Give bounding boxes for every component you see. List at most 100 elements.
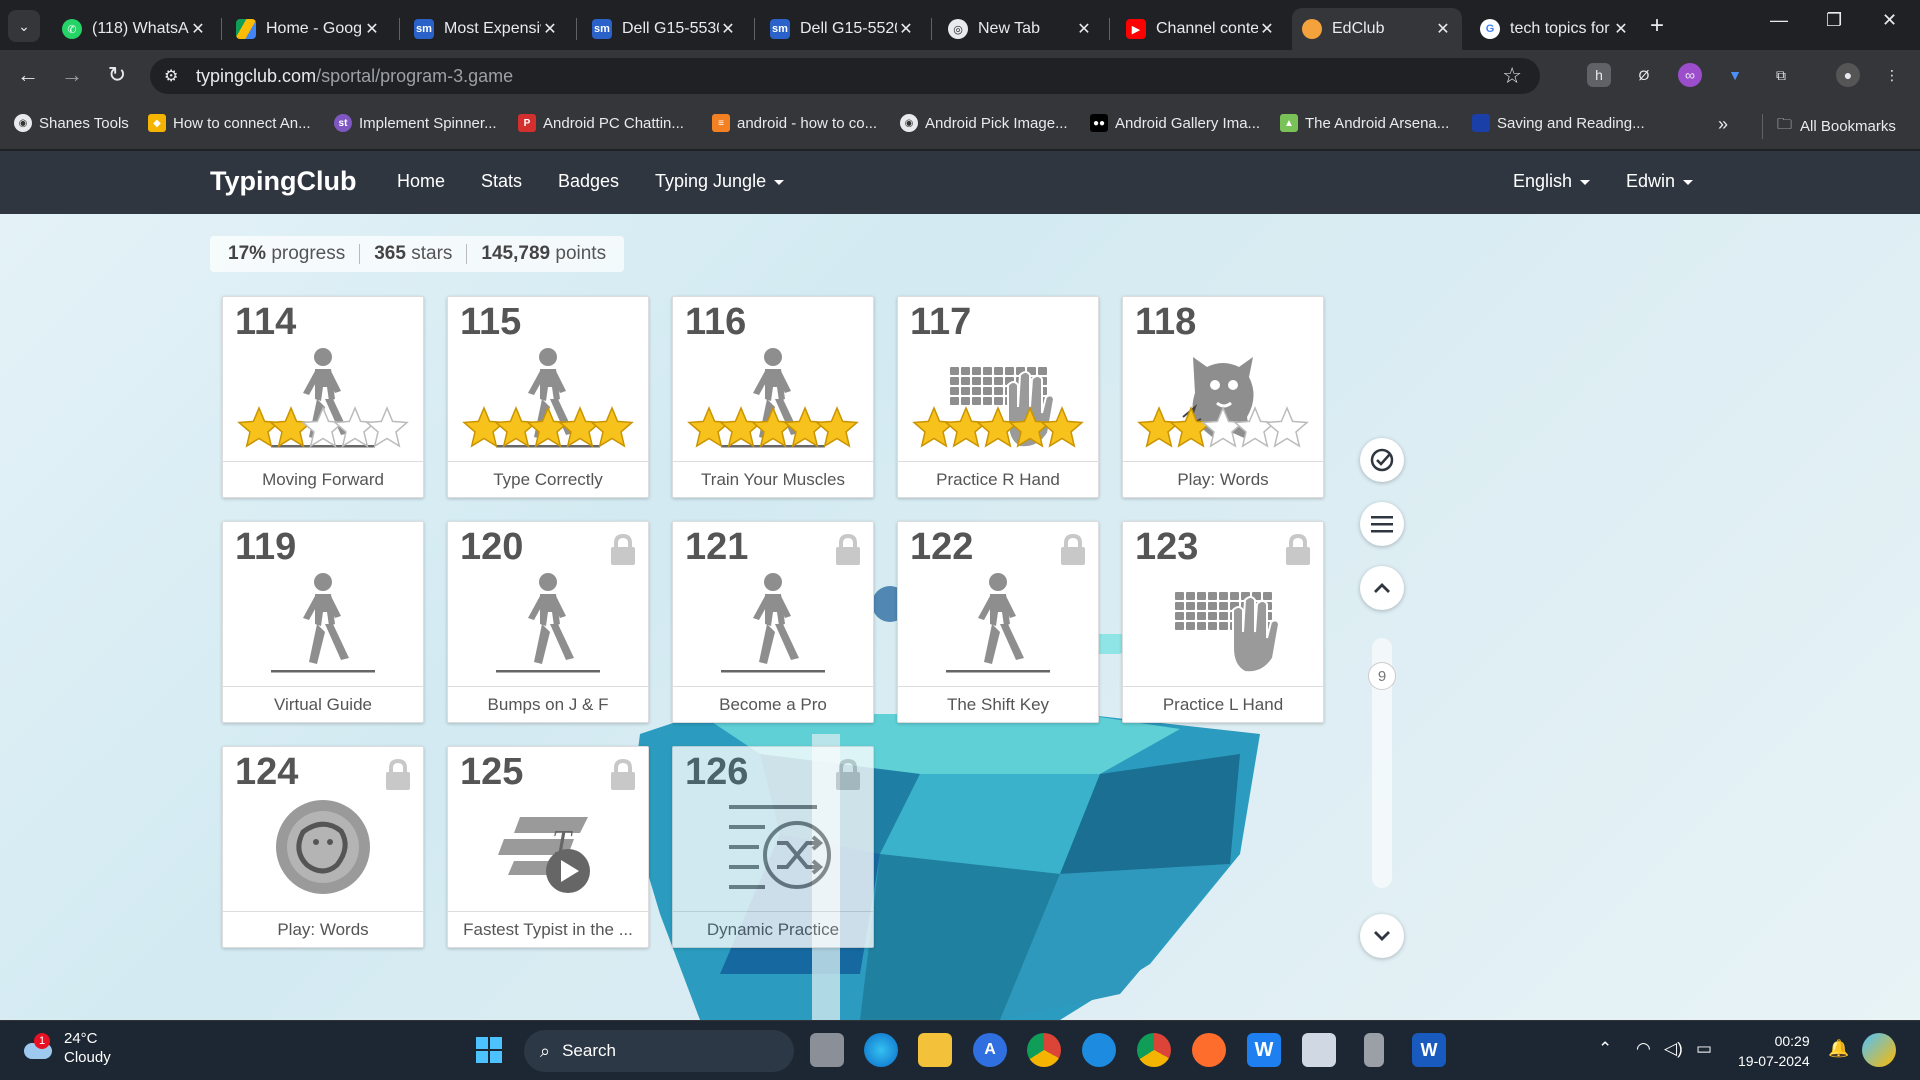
- tray-chevron-up-icon[interactable]: ⌃: [1598, 1039, 1612, 1059]
- app-icon[interactable]: [1082, 1033, 1116, 1067]
- lock-icon: [1286, 534, 1310, 565]
- close-tab-icon[interactable]: ✕: [1434, 19, 1452, 39]
- bookmark-item[interactable]: ◆ How to connect An...: [148, 114, 311, 132]
- close-tab-icon[interactable]: ✕: [1612, 19, 1630, 39]
- extension-icon[interactable]: ∞: [1678, 63, 1702, 87]
- volume-icon[interactable]: ◁): [1664, 1039, 1683, 1059]
- close-tab-icon[interactable]: ✕: [189, 19, 207, 39]
- bookmark-star-icon[interactable]: ☆: [1502, 63, 1522, 89]
- lesson-card-121[interactable]: 121 Become a Pro: [672, 521, 874, 723]
- minimize-icon[interactable]: —: [1770, 10, 1788, 31]
- close-tab-icon[interactable]: ✕: [1075, 19, 1093, 39]
- lesson-card-122[interactable]: 122 The Shift Key: [897, 521, 1099, 723]
- close-tab-icon[interactable]: ✕: [541, 19, 559, 39]
- bookmark-item[interactable]: ●● Android Gallery Ima...: [1090, 114, 1260, 132]
- scroll-down-button[interactable]: [1360, 914, 1404, 958]
- bookmark-item[interactable]: P Android PC Chattin...: [518, 114, 684, 132]
- lesson-card-120[interactable]: 120 Bumps on J & F: [447, 521, 649, 723]
- windows-start-icon[interactable]: [472, 1033, 506, 1067]
- bookmark-item[interactable]: ◉ Android Pick Image...: [900, 114, 1068, 132]
- lesson-card-119[interactable]: 119 Virtual Guide: [222, 521, 424, 723]
- menu-dots-icon[interactable]: ⋮: [1880, 63, 1904, 87]
- chrome-taskbar-icon[interactable]: [1027, 1033, 1061, 1067]
- restore-icon[interactable]: ❐: [1826, 10, 1842, 31]
- star-filled-icon: [815, 406, 859, 448]
- chrome-profile-icon[interactable]: [1137, 1033, 1171, 1067]
- notification-bell-icon[interactable]: 🔔: [1828, 1039, 1849, 1059]
- extensions-puzzle-icon[interactable]: ⧉: [1769, 63, 1793, 87]
- forward-arrow-icon[interactable]: →: [58, 62, 86, 88]
- lesson-card-126[interactable]: 126 Dynamic Practice: [672, 746, 874, 948]
- nav-badges[interactable]: Badges: [558, 171, 619, 192]
- word-icon[interactable]: W: [1412, 1033, 1446, 1067]
- app-icon[interactable]: [1192, 1033, 1226, 1067]
- task-view-icon[interactable]: [810, 1033, 844, 1067]
- wifi-icon[interactable]: ◠: [1636, 1039, 1651, 1059]
- store-icon[interactable]: A: [973, 1033, 1007, 1067]
- extension-icon[interactable]: ▼: [1723, 63, 1747, 87]
- nav-home[interactable]: Home: [397, 171, 445, 192]
- close-tab-icon[interactable]: ✕: [897, 19, 915, 39]
- extension-icon[interactable]: Ø: [1632, 63, 1656, 87]
- nav-typing-jungle[interactable]: Typing Jungle: [655, 171, 785, 192]
- bookmark-item[interactable]: st Implement Spinner...: [334, 114, 497, 132]
- close-window-icon[interactable]: ✕: [1882, 10, 1897, 31]
- all-bookmarks-button[interactable]: 🗀 All Bookmarks: [1762, 114, 1896, 139]
- sm-icon: sm: [414, 19, 434, 39]
- lesson-card-117[interactable]: 117 Practice R Hand: [897, 296, 1099, 498]
- lesson-title: Practice R Hand: [898, 461, 1098, 497]
- time: 00:29: [1774, 1033, 1810, 1049]
- edge-icon[interactable]: [864, 1033, 898, 1067]
- lesson-card-118[interactable]: 118 Play: Words: [1122, 296, 1324, 498]
- lesson-card-116[interactable]: 116 Train Your Muscles: [672, 296, 874, 498]
- back-arrow-icon[interactable]: ←: [14, 62, 42, 88]
- taskbar-search[interactable]: ⌕ Search: [524, 1030, 794, 1072]
- scroll-up-button[interactable]: [1360, 566, 1404, 610]
- lesson-card-125[interactable]: 125 T Fastest Typist in the ...: [447, 746, 649, 948]
- bookmark-item[interactable]: ▲ The Android Arsena...: [1280, 114, 1449, 132]
- profile-avatar[interactable]: ●: [1836, 63, 1860, 87]
- new-tab-button[interactable]: +: [1650, 12, 1664, 40]
- tab-new-tab[interactable]: ◎ New Tab ✕: [938, 8, 1103, 50]
- file-explorer-icon[interactable]: [918, 1033, 952, 1067]
- close-tab-icon[interactable]: ✕: [1258, 19, 1276, 39]
- list-menu-button[interactable]: [1360, 502, 1404, 546]
- brand-logo[interactable]: TypingClub: [210, 166, 356, 197]
- close-tab-icon[interactable]: ✕: [719, 19, 737, 39]
- clock[interactable]: 00:29 19-07-2024: [1738, 1031, 1810, 1071]
- tab-google-drive[interactable]: Home - Google Drive ✕: [226, 8, 391, 50]
- site-info-icon[interactable]: ⚙: [164, 66, 178, 86]
- bookmark-item[interactable]: Saving and Reading...: [1472, 114, 1645, 132]
- sm-icon: sm: [770, 19, 790, 39]
- scroll-page-indicator[interactable]: 9: [1368, 662, 1396, 690]
- lesson-card-124[interactable]: 124 Play: Words: [222, 746, 424, 948]
- bookmark-item[interactable]: ◉ Shanes Tools: [14, 114, 129, 132]
- extension-icon[interactable]: h: [1587, 63, 1611, 87]
- tab-channel-content[interactable]: ▶ Channel content ✕: [1116, 8, 1286, 50]
- close-tab-icon[interactable]: ✕: [363, 19, 381, 39]
- tab-dell-g15-5520[interactable]: sm Dell G15-5520 ✕: [760, 8, 925, 50]
- user-dropdown[interactable]: Edwin: [1626, 171, 1694, 192]
- tab-most-expensive[interactable]: sm Most Expensive ✕: [404, 8, 569, 50]
- tab-edclub-active[interactable]: EdClub ✕: [1292, 8, 1462, 50]
- language-dropdown[interactable]: English: [1513, 171, 1591, 192]
- lesson-card-114[interactable]: 114 Moving Forward: [222, 296, 424, 498]
- address-bar[interactable]: ⚙ typingclub.com/sportal/program-3.game …: [150, 58, 1540, 94]
- lesson-card-123[interactable]: 123 Practice L Hand: [1122, 521, 1324, 723]
- weather-widget[interactable]: 1 24°C Cloudy: [20, 1029, 111, 1067]
- tab-dell-g15-5530[interactable]: sm Dell G15-5530 ✕: [582, 8, 747, 50]
- word-pad-icon[interactable]: W: [1247, 1033, 1281, 1067]
- completed-check-button[interactable]: [1360, 438, 1404, 482]
- reload-icon[interactable]: ↻: [103, 62, 131, 88]
- more-bookmarks-icon[interactable]: »: [1718, 114, 1728, 135]
- usb-icon[interactable]: [1364, 1033, 1384, 1067]
- tab-tech-topics[interactable]: G tech topics for ✕: [1470, 8, 1640, 50]
- battery-icon[interactable]: ▭: [1696, 1039, 1712, 1059]
- lesson-card-115[interactable]: 115 Type Correctly: [447, 296, 649, 498]
- bookmark-item[interactable]: ≡ android - how to co...: [712, 114, 877, 132]
- nav-stats[interactable]: Stats: [481, 171, 522, 192]
- copilot-icon[interactable]: [1862, 1033, 1896, 1067]
- chart-app-icon[interactable]: [1302, 1033, 1336, 1067]
- tab-search-button[interactable]: ⌄: [8, 10, 40, 42]
- tab-whatsapp[interactable]: ✆ (118) WhatsApp ✕: [52, 8, 217, 50]
